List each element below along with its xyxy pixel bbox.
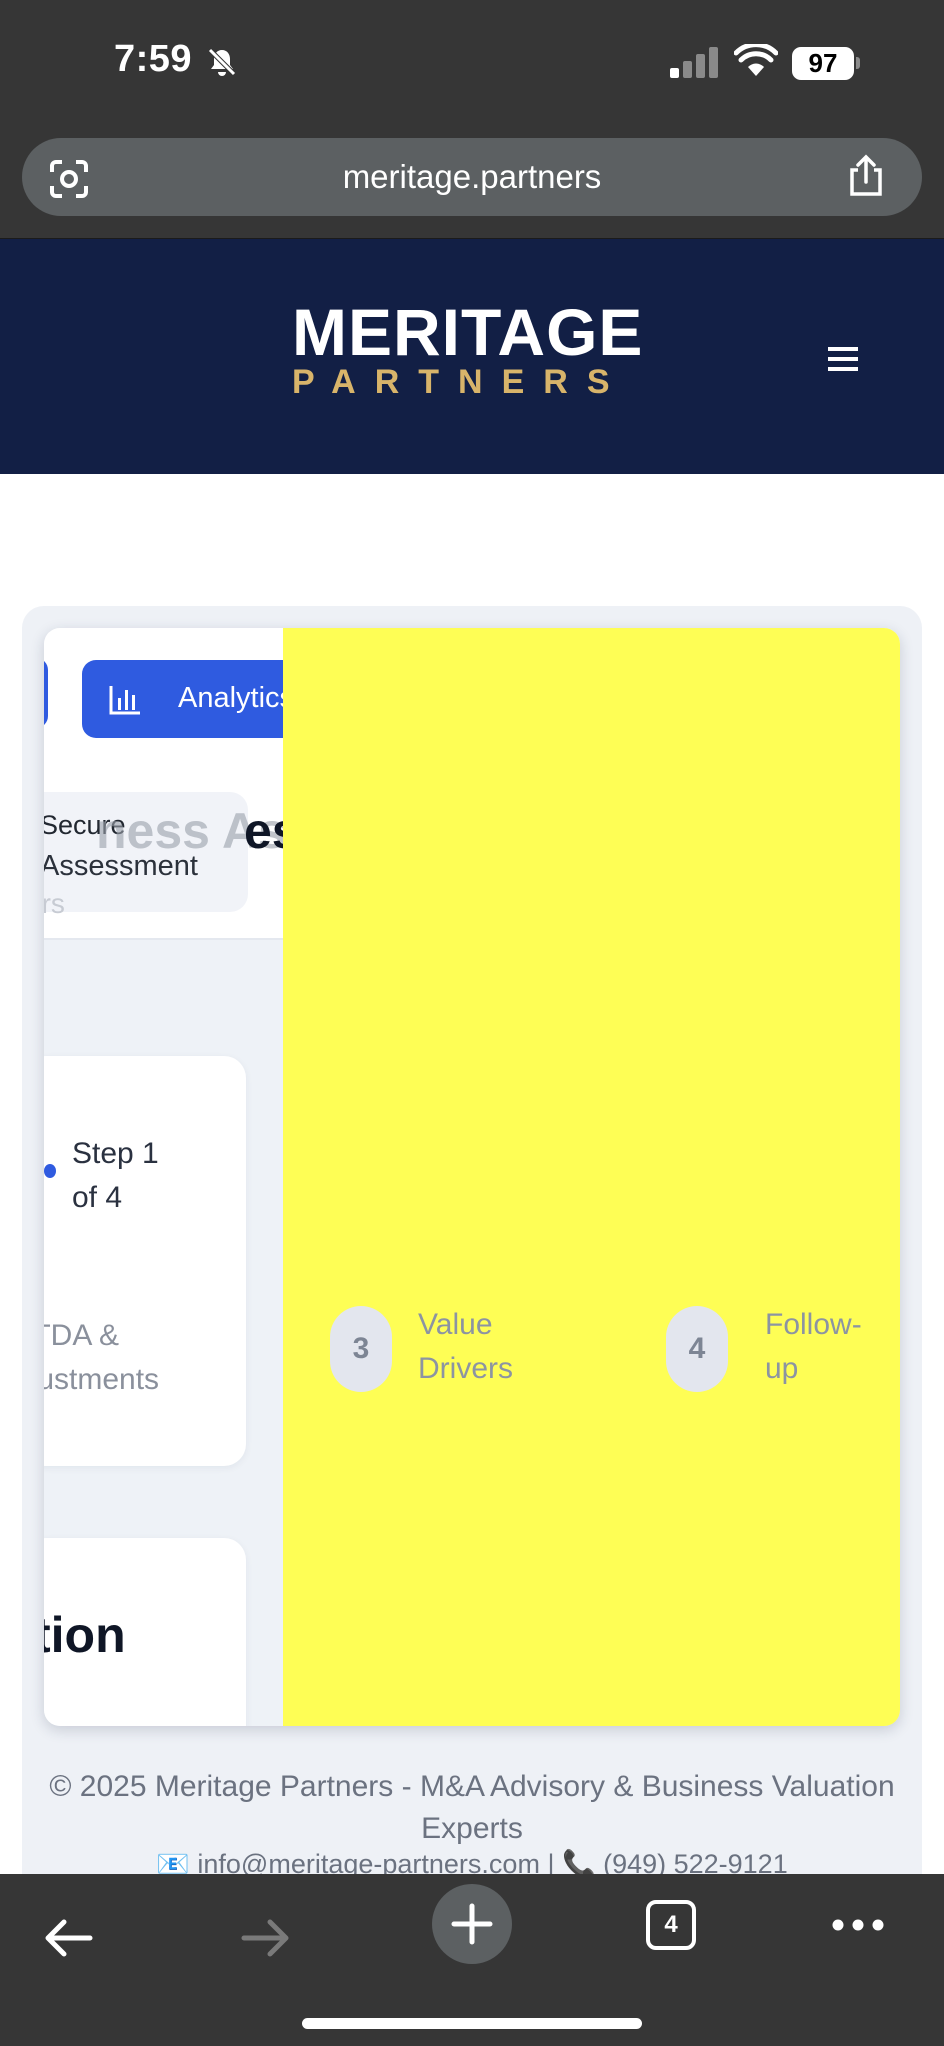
step-progress-card: Step 1 of 4 ITDA & ljustments	[44, 1056, 246, 1466]
plus-icon	[451, 1903, 493, 1945]
logo-sub[interactable]: PARTNERS	[292, 365, 629, 399]
step-3-number[interactable]: 3	[330, 1306, 392, 1392]
wifi-icon	[733, 42, 779, 83]
highlight-overlay: 3 Value Drivers 4 Follow-up	[283, 628, 900, 1726]
step-4-number[interactable]: 4	[666, 1306, 728, 1392]
logo-main[interactable]: MERITAGE	[292, 299, 643, 365]
section-title: tion	[44, 1607, 126, 1663]
address-bar[interactable]: meritage.partners	[22, 138, 922, 216]
new-tab-button[interactable]	[432, 1884, 512, 1964]
more-icon[interactable]	[832, 1918, 884, 1937]
site-header: MERITAGE PARTNERS	[0, 239, 944, 474]
step-4-label[interactable]: Follow-up	[765, 1303, 885, 1391]
home-indicator	[302, 2018, 642, 2029]
ghost-text: ers	[44, 888, 65, 919]
browser-bottom-bar: 4	[0, 1874, 944, 2046]
forward-icon[interactable]	[240, 1918, 292, 1963]
analytics-label: Analytics	[178, 682, 295, 714]
battery-tip	[856, 57, 860, 69]
status-time: 7:59	[114, 38, 193, 80]
battery-indicator: 97	[792, 47, 854, 80]
assessment-panel: Analytics Secure Assessment ers ness Ass…	[44, 628, 900, 1726]
bar-chart-icon	[108, 684, 142, 721]
footer-copyright: © 2025 Meritage Partners - M&A Advisory …	[49, 1770, 895, 1845]
url-text[interactable]: meritage.partners	[22, 158, 922, 196]
step-progress-label: Step 1 of 4	[72, 1137, 159, 1214]
prev-tab-button[interactable]	[44, 658, 48, 728]
section-card: tion	[44, 1538, 246, 1726]
browser-top-bar: 7:59 97 meritage.partners	[0, 0, 944, 239]
progress-dot	[44, 1164, 56, 1178]
hamburger-icon[interactable]	[828, 345, 858, 378]
step-3-label[interactable]: Value Drivers	[418, 1303, 558, 1391]
bell-off-icon	[206, 46, 238, 83]
step-2-label: ITDA & ljustments	[44, 1319, 160, 1396]
back-icon[interactable]	[42, 1918, 94, 1963]
tab-switcher-button[interactable]: 4	[646, 1900, 696, 1950]
signal-icon	[668, 46, 720, 83]
share-icon[interactable]	[846, 154, 886, 203]
